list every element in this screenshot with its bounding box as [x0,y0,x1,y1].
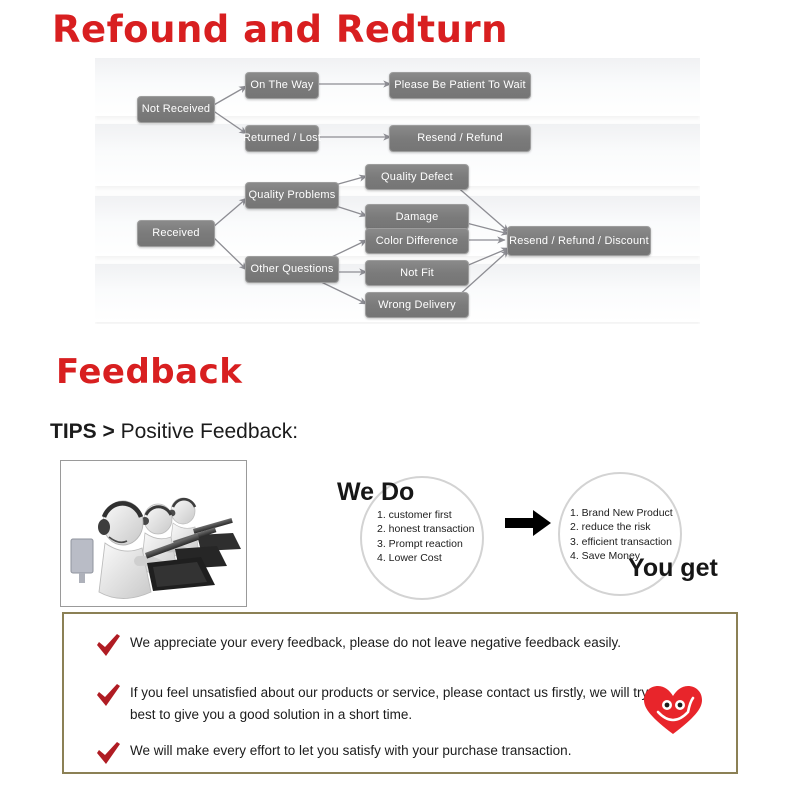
flow-node-other-questions[interactable]: Other Questions [245,256,339,283]
you-get-item: 1. Brand New Product [570,507,673,519]
feedback-note-box: We appreciate your every feedback, pleas… [62,612,738,774]
we-do-item: 1. customer first [377,509,452,521]
smiley-heart-icon [642,684,704,741]
call-center-photo [60,460,247,607]
flow-node-quality-problems[interactable]: Quality Problems [245,182,339,209]
note-text: If you feel unsatisfied about our produc… [130,685,649,723]
flow-node-on-the-way[interactable]: On The Way [245,72,319,99]
flow-node-damage[interactable]: Damage [365,204,469,230]
flow-node-color-difference[interactable]: Color Difference [365,228,469,254]
check-icon [96,682,130,713]
refund-flowchart: Not Received On The Way Please Be Patien… [95,58,700,324]
feedback-section-title: Feedback [56,352,243,392]
we-do-item: 3. Prompt reaction [377,537,463,550]
you-get-list: 1. Brand New Product 2. reduce the risk … [570,506,673,564]
note-row: We appreciate your every feedback, pleas… [96,632,696,663]
flow-node-received[interactable]: Received [137,220,215,247]
note-row: If you feel unsatisfied about our produc… [96,682,671,727]
page-root: Refound and Redturn Not Received On The … [0,0,800,800]
we-do-list: 1. customer first 2. honest transaction … [377,508,474,566]
note-text: We appreciate your every feedback, pleas… [130,635,622,650]
flow-node-returned-lost[interactable]: Returned / Lost [243,125,321,152]
tips-text: Positive Feedback: [120,420,299,443]
tips-prefix: TIPS > [50,420,115,443]
flow-node-quality-defect[interactable]: Quality Defect [365,164,469,190]
you-get-item: 3. efficient transaction [570,535,672,548]
check-icon [96,740,130,771]
note-text: We will make every effort to let you sat… [130,743,572,758]
flow-node-not-fit[interactable]: Not Fit [365,260,469,286]
refund-section-title: Refound and Redturn [52,8,509,51]
flow-node-resend-refund-discount[interactable]: Resend / Refund / Discount [507,226,651,256]
you-get-item: 2. reduce the risk [570,521,651,534]
check-icon [96,632,130,663]
you-get-item: 4. Save Money [570,550,641,563]
we-do-item: 2. honest transaction [377,523,475,536]
flow-node-please-be-patient[interactable]: Please Be Patient To Wait [389,72,531,99]
flow-arrow-icon [505,508,553,543]
flow-node-not-received[interactable]: Not Received [137,96,215,123]
we-do-label: We Do [337,478,415,506]
tips-line: TIPS > Positive Feedback: [50,420,298,444]
call-center-illustration [61,461,244,604]
flow-node-wrong-delivery[interactable]: Wrong Delivery [365,292,469,318]
we-do-item: 4. Lower Cost [377,552,442,565]
note-row: We will make every effort to let you sat… [96,740,696,771]
flow-node-resend-refund[interactable]: Resend / Refund [389,125,531,152]
